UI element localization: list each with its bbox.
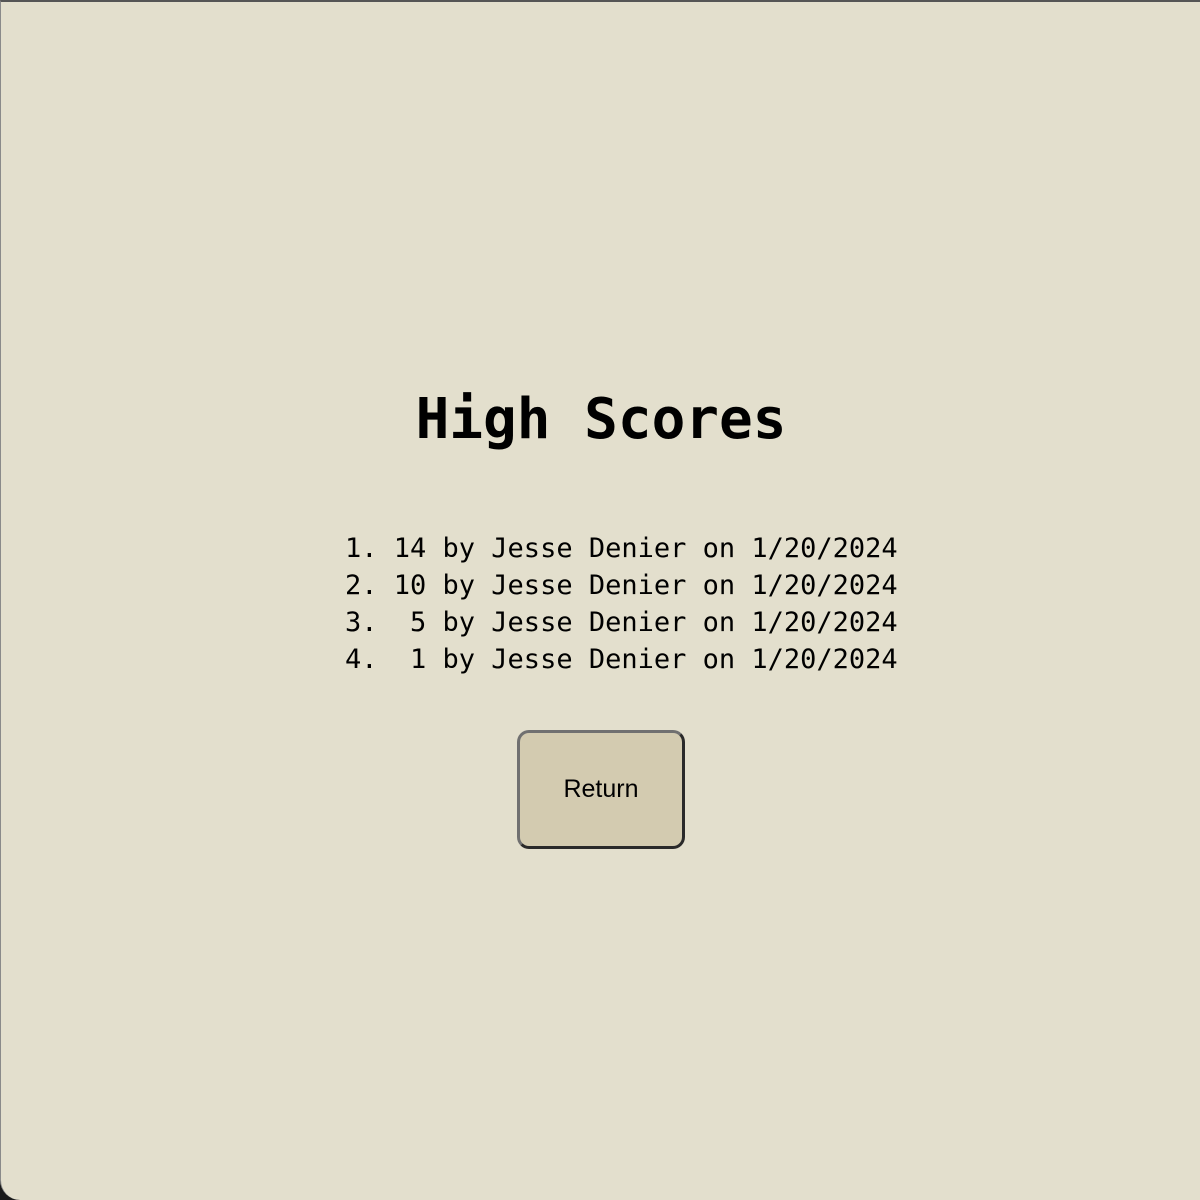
score-entry: 4. 1 by Jesse Denier on 1/20/2024: [345, 644, 898, 675]
score-entry: 3. 5 by Jesse Denier on 1/20/2024: [345, 607, 898, 638]
game-window: High Scores 1. 14 by Jesse Denier on 1/2…: [0, 0, 1200, 1200]
high-scores-list: 1. 14 by Jesse Denier on 1/20/2024 2. 10…: [345, 530, 898, 678]
return-button[interactable]: Return: [517, 730, 685, 849]
score-entry: 2. 10 by Jesse Denier on 1/20/2024: [345, 570, 898, 601]
score-entry: 1. 14 by Jesse Denier on 1/20/2024: [345, 533, 898, 564]
page-title: High Scores: [415, 387, 787, 452]
